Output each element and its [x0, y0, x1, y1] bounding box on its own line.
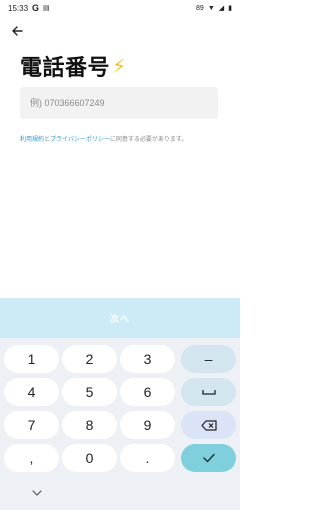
- terms-notice: 利用規約とプライバシーポリシーに同意する必要があります。: [20, 134, 230, 143]
- key-6[interactable]: 6: [120, 378, 175, 406]
- period-key[interactable]: .: [120, 444, 175, 472]
- space-key[interactable]: [181, 378, 236, 406]
- key-5[interactable]: 5: [62, 378, 117, 406]
- key-4[interactable]: 4: [4, 378, 59, 406]
- backspace-key[interactable]: [181, 411, 236, 439]
- signal-icon: ◢: [218, 5, 225, 12]
- status-time: 15:33: [8, 3, 29, 13]
- notification-icon: ▤: [43, 5, 50, 12]
- battery-icon: ▮: [228, 5, 232, 12]
- comma-key[interactable]: ,: [4, 444, 59, 472]
- checkmark-icon: [202, 453, 215, 463]
- next-button[interactable]: 次へ: [0, 298, 240, 338]
- wifi-icon: ▼: [207, 4, 215, 12]
- key-3[interactable]: 3: [120, 345, 175, 373]
- key-2[interactable]: 2: [62, 345, 117, 373]
- minus-key[interactable]: –: [181, 345, 236, 373]
- phone-number-input[interactable]: [20, 87, 218, 119]
- key-0[interactable]: 0: [62, 444, 117, 472]
- backspace-icon: [200, 419, 217, 431]
- key-9[interactable]: 9: [120, 411, 175, 439]
- terms-rest: に同意する必要があります。: [109, 136, 188, 143]
- status-left: 15:33 G ▤: [8, 3, 50, 13]
- battery-percent-icon: 89: [196, 4, 204, 12]
- privacy-policy-link[interactable]: プライバシーポリシー: [50, 136, 110, 143]
- done-key[interactable]: [181, 444, 236, 472]
- page-title-text: 電話番号: [20, 56, 111, 81]
- space-icon: [201, 390, 216, 395]
- status-bar: 15:33 G ▤ 89 ▼ ◢ ▮: [0, 0, 240, 16]
- page-title: 電話番号 ⚡: [20, 50, 127, 82]
- google-icon: G: [32, 3, 40, 13]
- terms-of-service-link[interactable]: 利用規約: [20, 136, 44, 143]
- key-7[interactable]: 7: [4, 411, 59, 439]
- lightning-icon: ⚡: [112, 54, 127, 78]
- back-button[interactable]: [8, 22, 26, 40]
- chevron-down-icon: [32, 490, 42, 496]
- back-arrow-icon: [12, 26, 23, 36]
- key-8[interactable]: 8: [62, 411, 117, 439]
- status-right: 89 ▼ ◢ ▮: [196, 4, 232, 13]
- key-1[interactable]: 1: [4, 345, 59, 373]
- hide-keyboard-button[interactable]: [30, 488, 44, 498]
